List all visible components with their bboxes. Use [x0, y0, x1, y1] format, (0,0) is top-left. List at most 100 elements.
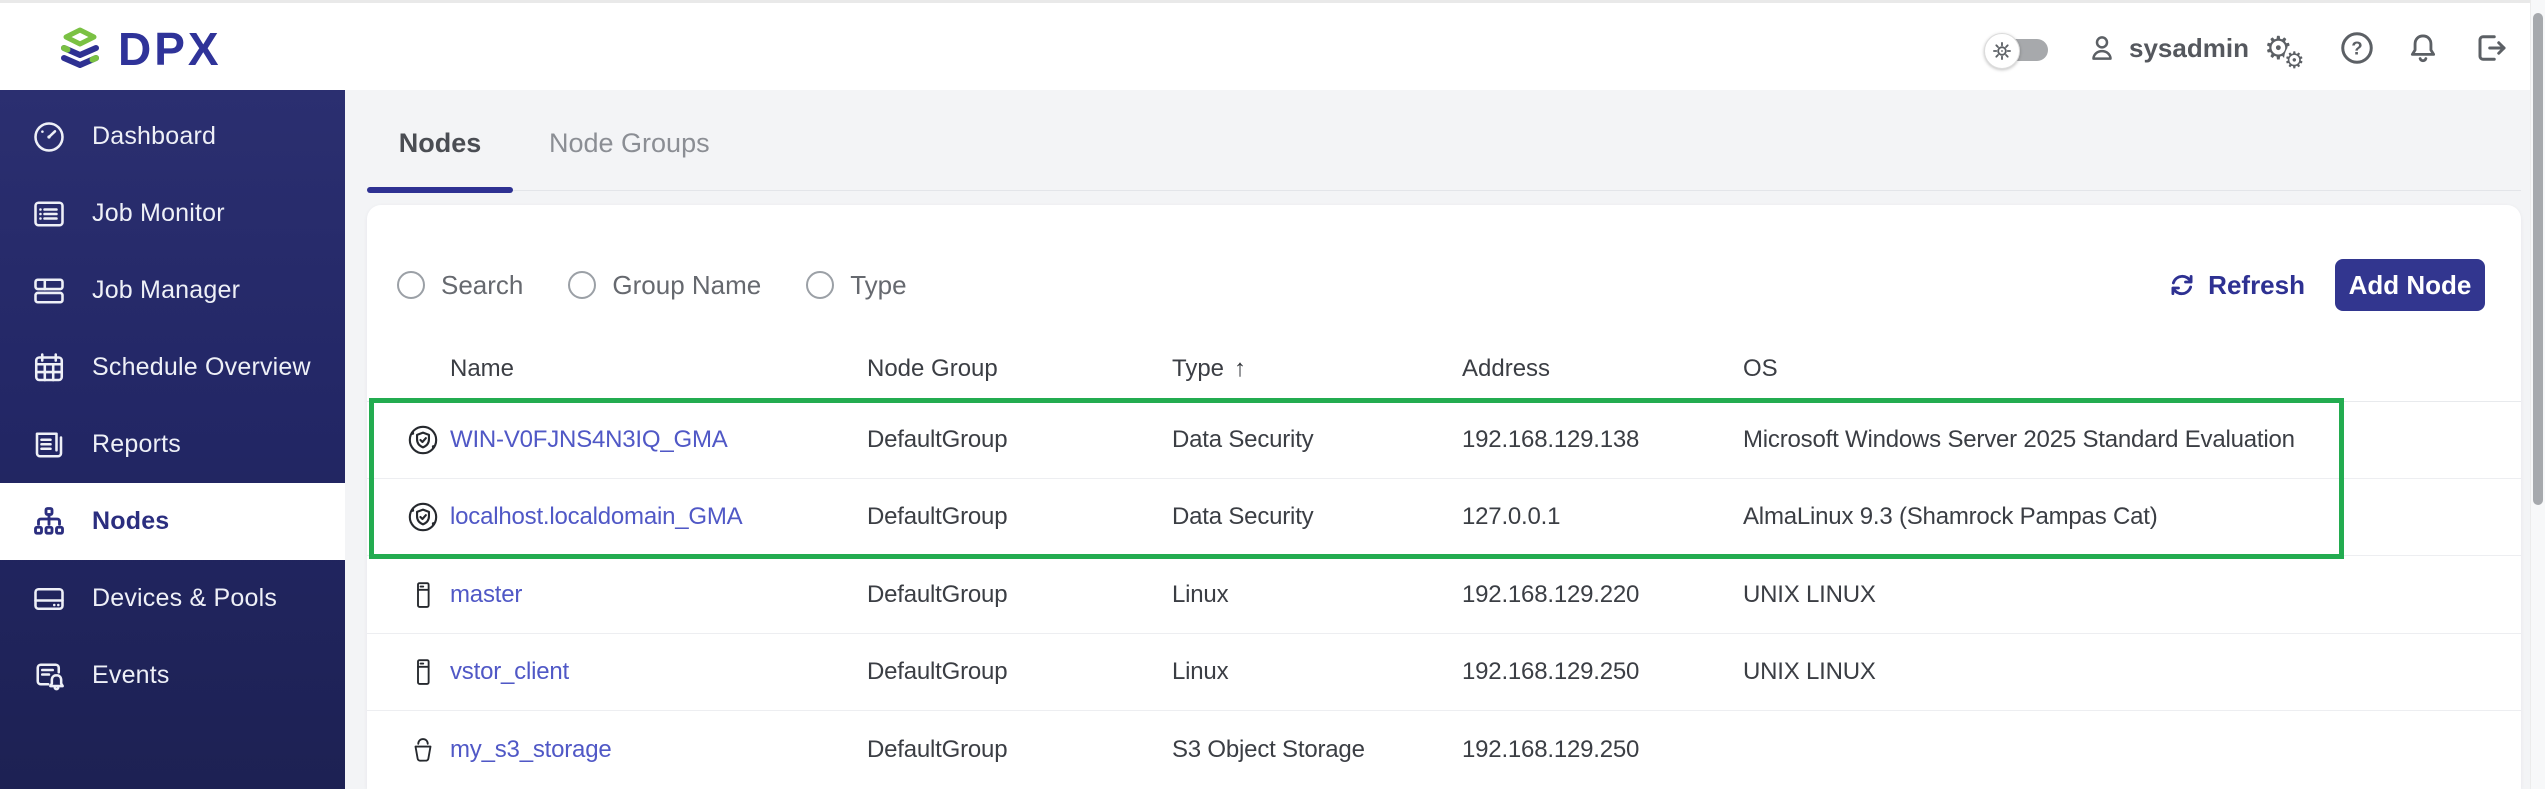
table-row[interactable]: my_s3_storage DefaultGroup S3 Object Sto… — [367, 711, 2521, 789]
sidebar-item-job-monitor[interactable]: Job Monitor — [0, 175, 345, 252]
top-header: DPX sysadmin ⚙⚙ ? — [0, 0, 2545, 90]
gauge-icon — [30, 118, 68, 156]
node-name-link[interactable]: WIN-V0FJNS4N3IQ_GMA — [450, 426, 728, 454]
node-name-link[interactable]: localhost.localdomain_GMA — [450, 503, 742, 531]
sidebar-item-label: Job Manager — [92, 276, 240, 305]
help-icon: ? — [2339, 30, 2375, 66]
node-name-link[interactable]: vstor_client — [450, 658, 569, 686]
filter-radio-group-name[interactable]: Group Name — [568, 270, 761, 301]
table-row[interactable]: WIN-V0FJNS4N3IQ_GMA DefaultGroup Data Se… — [367, 401, 2521, 479]
node-address-cell: 192.168.129.250 — [1462, 736, 1639, 764]
column-header-type[interactable]: Type ↑ — [1172, 355, 1246, 383]
bell-icon — [2406, 30, 2440, 66]
add-node-button[interactable]: Add Node — [2335, 259, 2485, 311]
tab-divider — [367, 190, 2521, 191]
active-tab-underline — [367, 187, 513, 193]
sidebar-item-label: Events — [92, 661, 170, 690]
node-address-cell: 192.168.129.138 — [1462, 426, 1639, 454]
newspaper-icon — [30, 426, 68, 464]
node-group-cell: DefaultGroup — [867, 581, 1007, 609]
node-group-cell: DefaultGroup — [867, 736, 1007, 764]
radio-circle[interactable] — [568, 271, 596, 299]
column-header-type-label: Type — [1172, 355, 1224, 382]
dpx-logo: DPX — [56, 27, 222, 71]
user-icon — [2087, 33, 2117, 63]
node-type-cell: Data Security — [1172, 426, 1313, 454]
sidebar-item-job-manager[interactable]: Job Manager — [0, 252, 345, 329]
user-menu[interactable]: sysadmin — [2087, 3, 2249, 93]
server-icon — [406, 653, 440, 691]
node-name-link[interactable]: master — [450, 581, 522, 609]
page-scrollbar[interactable] — [2530, 0, 2545, 789]
logout-icon — [2470, 30, 2508, 66]
sidebar-item-nodes[interactable]: Nodes — [0, 483, 345, 560]
sidebar-item-dashboard[interactable]: Dashboard — [0, 98, 345, 175]
rows-icon — [30, 272, 68, 310]
radio-label: Group Name — [612, 270, 761, 301]
sidebar-item-label: Job Monitor — [92, 199, 225, 228]
column-header-node-group[interactable]: Node Group — [867, 355, 998, 383]
filter-radio-search[interactable]: Search — [397, 270, 523, 301]
node-group-cell: DefaultGroup — [867, 658, 1007, 686]
node-group-cell: DefaultGroup — [867, 426, 1007, 454]
node-type-cell: S3 Object Storage — [1172, 736, 1365, 764]
node-os-cell: Microsoft Windows Server 2025 Standard E… — [1743, 426, 2295, 454]
username: sysadmin — [2129, 33, 2249, 64]
calendar-icon — [30, 349, 68, 387]
column-header-os[interactable]: OS — [1743, 355, 1778, 383]
sidebar-item-label: Reports — [92, 430, 181, 459]
tab-nodes[interactable]: Nodes — [367, 128, 513, 159]
table-row[interactable]: localhost.localdomain_GMA DefaultGroup D… — [367, 478, 2521, 556]
radio-label: Type — [850, 270, 906, 301]
sort-ascending-icon: ↑ — [1234, 355, 1246, 382]
column-header-name[interactable]: Name — [450, 355, 514, 383]
node-os-cell: UNIX LINUX — [1743, 581, 1876, 609]
radio-circle[interactable] — [806, 271, 834, 299]
sun-gear-icon — [1991, 40, 2013, 62]
logout-button[interactable] — [2470, 3, 2508, 93]
node-name-link[interactable]: my_s3_storage — [450, 736, 612, 764]
sidebar-item-events[interactable]: Events — [0, 637, 345, 714]
tab-node-groups[interactable]: Node Groups — [549, 128, 710, 159]
sidebar-item-schedule-overview[interactable]: Schedule Overview — [0, 329, 345, 406]
notifications-button[interactable] — [2406, 3, 2440, 93]
filter-row: Search Group Name Type — [397, 247, 907, 323]
radio-circle[interactable] — [397, 271, 425, 299]
refresh-icon — [2168, 271, 2196, 299]
logo-text: DPX — [118, 28, 222, 70]
svg-text:?: ? — [2351, 38, 2362, 59]
column-header-address[interactable]: Address — [1462, 355, 1550, 383]
refresh-button[interactable]: Refresh — [2168, 270, 2305, 301]
node-os-cell: UNIX LINUX — [1743, 658, 1876, 686]
sidebar-item-reports[interactable]: Reports — [0, 406, 345, 483]
table-row[interactable]: master DefaultGroup Linux 192.168.129.22… — [367, 556, 2521, 634]
table-header: Name Node Group Type ↑ Address OS — [367, 337, 2521, 402]
shield-orbit-icon — [406, 421, 440, 459]
sidebar-item-label: Nodes — [92, 507, 169, 536]
theme-toggle-knob[interactable] — [1984, 33, 2020, 69]
node-os-cell: AlmaLinux 9.3 (Shamrock Pampas Cat) — [1743, 503, 2158, 531]
sidebar-item-label: Dashboard — [92, 122, 216, 151]
node-address-cell: 192.168.129.250 — [1462, 658, 1639, 686]
node-type-cell: Data Security — [1172, 503, 1313, 531]
radio-label: Search — [441, 270, 523, 301]
node-group-cell: DefaultGroup — [867, 503, 1007, 531]
double-gear-icon: ⚙⚙ — [2264, 32, 2293, 64]
nodes-panel: Search Group Name Type Refresh — [367, 205, 2521, 789]
dpx-app: DPX sysadmin ⚙⚙ ? — [0, 0, 2545, 789]
table-row[interactable]: vstor_client DefaultGroup Linux 192.168.… — [367, 633, 2521, 711]
sidebar-item-devices-pools[interactable]: Devices & Pools — [0, 560, 345, 637]
theme-toggle[interactable] — [1990, 39, 2048, 61]
node-type-cell: Linux — [1172, 658, 1228, 686]
server-icon — [406, 576, 440, 614]
sidebar-nav: Dashboard Job Monitor Job Manager — [0, 90, 345, 789]
list-bell-icon — [30, 657, 68, 695]
filter-radio-type[interactable]: Type — [806, 270, 906, 301]
refresh-label: Refresh — [2208, 270, 2305, 301]
system-settings-button[interactable]: ⚙⚙ — [2264, 3, 2293, 93]
scrollbar-thumb[interactable] — [2533, 13, 2543, 505]
help-button[interactable]: ? — [2339, 3, 2375, 93]
dpx-stack-icon — [56, 27, 104, 71]
shield-orbit-icon — [406, 498, 440, 536]
sidebar-item-label: Devices & Pools — [92, 584, 277, 613]
